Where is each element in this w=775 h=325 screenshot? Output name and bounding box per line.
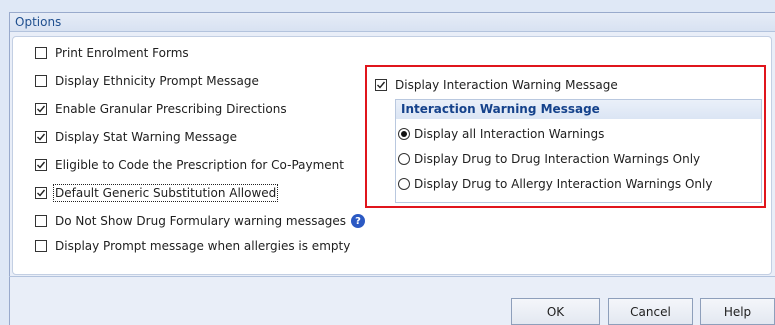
radio-label: Display Drug to Allergy Interaction Warn… [414,177,713,191]
interaction-warning-toggle[interactable]: Display Interaction Warning Message [375,76,618,94]
option-label: Default Generic Substitution Allowed [52,184,279,202]
checkbox[interactable] [35,75,47,87]
radio-label: Display Drug to Drug Interaction Warning… [414,152,701,166]
option-allergies-empty-prompt[interactable]: Display Prompt message when allergies is… [35,237,350,255]
option-label: Do Not Show Drug Formulary warning messa… [55,214,347,228]
checkbox[interactable] [35,187,47,199]
footer-divider [9,276,775,277]
option-drug-formulary-warning[interactable]: Do Not Show Drug Formulary warning messa… [35,212,366,230]
option-generic-substitution[interactable]: Default Generic Substitution Allowed [35,184,279,202]
option-co-payment[interactable]: Eligible to Code the Prescription for Co… [35,156,344,174]
dialog-button-bar: OK Cancel Help [9,298,775,325]
checkbox[interactable] [35,240,47,252]
checkbox[interactable] [35,47,47,59]
checkbox[interactable] [35,131,47,143]
option-label: Eligible to Code the Prescription for Co… [55,158,344,172]
radio-button[interactable] [398,128,410,140]
option-label: Display Ethnicity Prompt Message [55,74,259,88]
options-header: Options [10,13,775,32]
checkbox[interactable] [35,159,47,171]
radio-drug-to-allergy-warnings[interactable]: Display Drug to Allergy Interaction Warn… [398,175,712,193]
interaction-group-title: Interaction Warning Message [396,100,761,119]
radio-label: Display all Interaction Warnings [414,127,605,141]
question-circle-icon[interactable]: ? [351,214,366,228]
radio-button[interactable] [398,153,410,165]
checkbox[interactable] [35,215,47,227]
option-granular-prescribing[interactable]: Enable Granular Prescribing Directions [35,100,287,118]
option-label: Display Stat Warning Message [55,130,237,144]
option-stat-warning[interactable]: Display Stat Warning Message [35,128,237,146]
option-display-ethnicity-prompt[interactable]: Display Ethnicity Prompt Message [35,72,259,90]
cancel-button[interactable]: Cancel [608,298,693,325]
option-label: Enable Granular Prescribing Directions [55,102,287,116]
option-label: Print Enrolment Forms [55,46,189,60]
option-print-enrolment-forms[interactable]: Print Enrolment Forms [35,44,189,62]
checkbox[interactable] [375,79,387,91]
options-title: Options [15,15,62,29]
interaction-toggle-label: Display Interaction Warning Message [395,78,618,92]
radio-drug-to-drug-warnings[interactable]: Display Drug to Drug Interaction Warning… [398,150,700,168]
radio-button[interactable] [398,178,410,190]
checkbox[interactable] [35,103,47,115]
interaction-warning-group: Interaction Warning Message Display all … [395,99,762,203]
option-label: Display Prompt message when allergies is… [55,239,351,253]
ok-button[interactable]: OK [511,298,600,325]
help-button[interactable]: Help [700,298,775,325]
radio-all-interaction-warnings[interactable]: Display all Interaction Warnings [398,125,604,143]
